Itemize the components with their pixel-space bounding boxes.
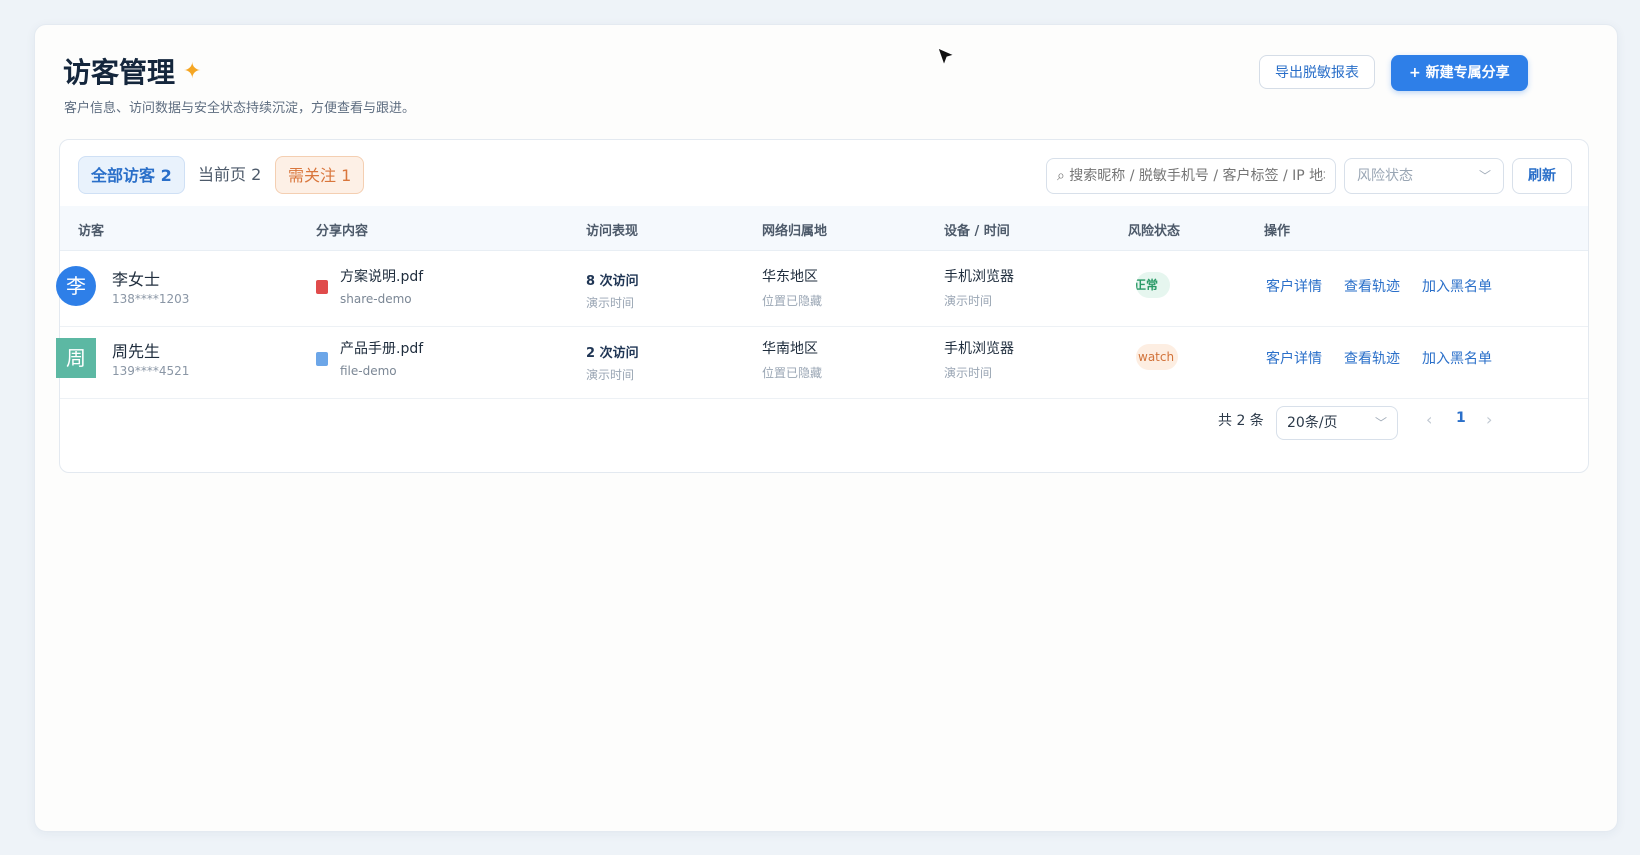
risk-status-select-label: 风险状态 <box>1357 168 1413 184</box>
visitor-name: 李女士 <box>112 270 161 289</box>
column-header: 访客 <box>78 224 105 239</box>
visitor-name: 周先生 <box>112 342 161 361</box>
pdf-icon <box>316 280 328 294</box>
visitor-management-card: 访客管理 ✦ 客户信息、访问数据与安全状态持续沉淀，方便查看与跟进。 导出脱敏报… <box>34 24 1618 832</box>
column-header: 设备 / 时间 <box>944 224 1010 239</box>
column-header: 操作 <box>1264 224 1291 239</box>
visit-count: 2 次访问 <box>586 346 639 361</box>
region: 华东地区 <box>762 269 818 285</box>
page-subtitle: 客户信息、访问数据与安全状态持续沉淀，方便查看与跟进。 <box>64 101 416 116</box>
next-page-button[interactable]: › <box>1486 410 1492 429</box>
tab-current-page[interactable]: 当前页 2 <box>186 156 273 194</box>
new-share-button[interactable]: + 新建专属分享 <box>1391 55 1528 91</box>
shared-file-name: 方案说明.pdf <box>340 269 424 285</box>
risk-status-text: watch <box>1138 350 1175 364</box>
customer-detail-link[interactable]: 客户详情 <box>1266 348 1322 368</box>
visitor-phone: 139****4521 <box>112 364 190 378</box>
column-header: 风险状态 <box>1128 224 1181 239</box>
visit-count: 8 次访问 <box>586 274 639 289</box>
column-header: 分享内容 <box>316 224 369 239</box>
sparkle-icon: ✦ <box>183 58 202 84</box>
page-title: 访客管理 ✦ <box>63 51 201 91</box>
mouse-cursor-icon <box>937 47 956 67</box>
region: 华南地区 <box>762 341 818 357</box>
table-row: 周 周先生 139****4521 产品手册.pdf file-demo 2 次… <box>56 322 1588 399</box>
visit-time: 演示时间 <box>586 368 635 382</box>
page-size-label: 20条/页 <box>1287 415 1338 431</box>
risk-status-badge: watch <box>1136 344 1178 370</box>
avatar: 李 <box>56 266 96 306</box>
tab-needs-attention[interactable]: 需关注 1 <box>275 156 365 194</box>
search-input[interactable] <box>1046 158 1336 194</box>
chevron-down-icon: ﹀ <box>1374 416 1387 430</box>
page-size-select[interactable]: 20条/页 ﹀ <box>1276 406 1398 440</box>
risk-status-badge: 正常 <box>1136 272 1170 298</box>
shared-file-name: 产品手册.pdf <box>340 341 424 357</box>
refresh-button[interactable]: 刷新 <box>1512 158 1572 194</box>
device-time: 演示时间 <box>944 366 993 380</box>
avatar: 周 <box>56 338 96 378</box>
table-header: 访客 分享内容 访问表现 网络归属地 设备 / 时间 风险状态 操作 <box>60 206 1588 251</box>
visitor-table-panel: 全部访客 2 当前页 2 需关注 1 风险状态 ﹀ 刷新 访客 分享内容 访问表… <box>56 139 1589 473</box>
prev-page-button[interactable]: ‹ <box>1426 410 1432 429</box>
shared-file-sub: share-demo <box>340 292 412 306</box>
risk-status-text: 正常 <box>1136 278 1159 292</box>
view-track-link[interactable]: 查看轨迹 <box>1344 276 1400 296</box>
region-sub: 位置已隐藏 <box>762 294 823 308</box>
device: 手机浏览器 <box>944 341 1014 357</box>
shared-file-sub: file-demo <box>340 364 397 378</box>
table-row: 李 李女士 138****1203 方案说明.pdf share-demo 8 … <box>56 250 1588 327</box>
current-page-button[interactable]: 1 <box>1456 410 1466 426</box>
page-title-text: 访客管理 <box>63 56 176 89</box>
risk-status-select[interactable]: 风险状态 ﹀ <box>1344 158 1504 194</box>
column-header: 网络归属地 <box>762 224 828 239</box>
tab-all-visitors[interactable]: 全部访客 2 <box>78 156 185 194</box>
device: 手机浏览器 <box>944 269 1014 285</box>
customer-detail-link[interactable]: 客户详情 <box>1266 276 1322 296</box>
export-report-button[interactable]: 导出脱敏报表 <box>1259 55 1375 89</box>
add-blacklist-link[interactable]: 加入黑名单 <box>1422 276 1492 296</box>
view-track-link[interactable]: 查看轨迹 <box>1344 348 1400 368</box>
column-header: 访问表现 <box>586 224 639 239</box>
image-icon <box>316 352 328 366</box>
visit-time: 演示时间 <box>586 296 635 310</box>
chevron-down-icon: ﹀ <box>1478 169 1491 183</box>
device-time: 演示时间 <box>944 294 993 308</box>
add-blacklist-link[interactable]: 加入黑名单 <box>1422 348 1492 368</box>
region-sub: 位置已隐藏 <box>762 366 823 380</box>
pagination-total: 共 2 条 <box>1218 413 1264 429</box>
visitor-phone: 138****1203 <box>112 292 190 306</box>
